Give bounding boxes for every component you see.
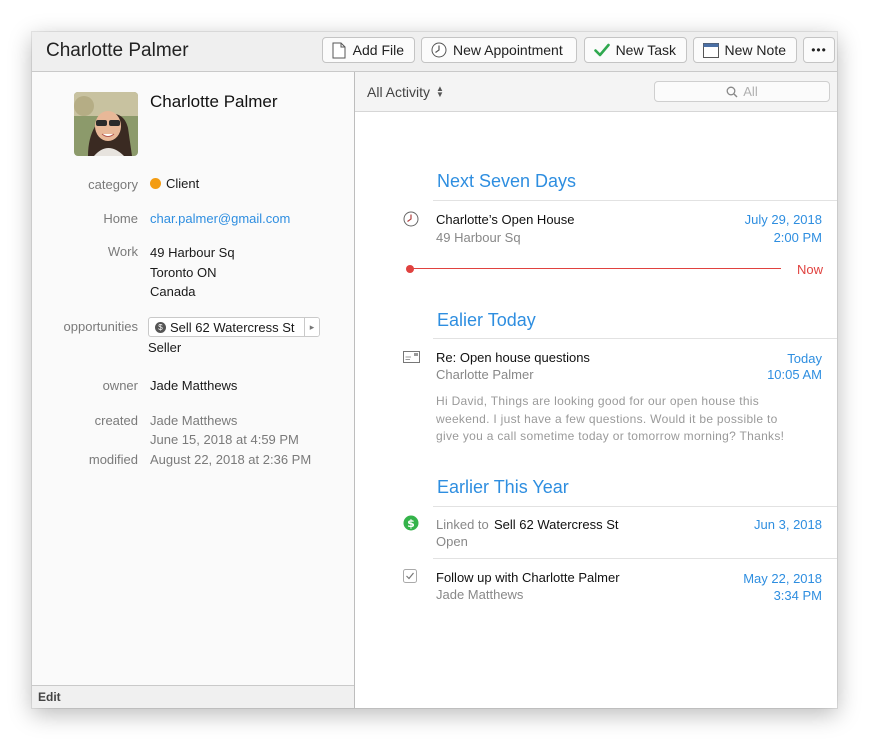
category-dot-icon bbox=[150, 178, 161, 189]
activity-filter-select[interactable]: All Activity ▲ ▼ bbox=[367, 84, 444, 100]
section-title: Next Seven Days bbox=[437, 171, 577, 191]
new-appointment-label: New Appointment bbox=[453, 42, 563, 58]
email-preview-line: weekend. I just have a few questions. Wo… bbox=[436, 411, 778, 426]
item-title: Re: Open house questions bbox=[436, 350, 590, 365]
item-subtitle: 49 Harbour Sq bbox=[436, 230, 521, 245]
clock-icon bbox=[403, 211, 419, 227]
edit-bar: Edit bbox=[32, 685, 354, 708]
email-preview-line: Hi David, Things are looking good for ou… bbox=[436, 394, 760, 408]
section-title: Earlier This Year bbox=[437, 477, 569, 497]
opportunities-label: opportunities bbox=[63, 319, 138, 334]
item-subtitle: Open bbox=[436, 534, 468, 549]
now-dot bbox=[406, 265, 414, 273]
activity-pane: All Activity ▲ ▼ All Next Seven Days Char… bbox=[355, 72, 837, 708]
new-note-button[interactable]: New Note bbox=[693, 37, 797, 63]
home-label: Home bbox=[103, 211, 138, 226]
category-text: Client bbox=[166, 176, 200, 191]
new-task-button[interactable]: New Task bbox=[584, 37, 687, 63]
now-line bbox=[412, 268, 781, 269]
work-address-line2: Toronto ON bbox=[150, 265, 217, 280]
note-icon bbox=[702, 41, 720, 59]
modified-label: modified bbox=[88, 452, 138, 467]
new-appointment-button[interactable]: New Appointment bbox=[421, 37, 577, 63]
created-date: June 15, 2018 at 4:59 PM bbox=[150, 432, 299, 447]
home-email-link[interactable]: char.palmer@gmail.com bbox=[150, 211, 290, 226]
item-title: Charlotte’s Open House bbox=[436, 212, 575, 227]
checkmark-icon bbox=[593, 41, 611, 59]
item-date: July 29, 2018 bbox=[744, 212, 822, 227]
item-time: 10:05 AM bbox=[767, 367, 822, 382]
item-time: 2:00 PM bbox=[773, 230, 822, 245]
created-label: created bbox=[94, 413, 138, 428]
divider bbox=[433, 506, 837, 507]
divider bbox=[433, 558, 837, 559]
now-label: Now bbox=[796, 262, 823, 277]
item-subtitle: Charlotte Palmer bbox=[436, 367, 534, 382]
clock-icon bbox=[430, 41, 448, 59]
add-file-button[interactable]: Add File bbox=[322, 37, 415, 63]
owner-value: Jade Matthews bbox=[150, 378, 238, 393]
item-date: May 22, 2018 bbox=[743, 571, 822, 586]
checkbox-icon bbox=[403, 569, 419, 585]
activity-filter-label: All Activity bbox=[367, 84, 431, 100]
item-title: Sell 62 Watercress St bbox=[494, 517, 619, 532]
dollar-icon: $ bbox=[403, 515, 419, 531]
dollar-icon: $ bbox=[155, 321, 166, 333]
section-title: Ealier Today bbox=[437, 310, 536, 330]
contact-window: Charlotte Palmer Add File New Appointmen… bbox=[32, 32, 837, 708]
toolbar: Charlotte Palmer Add File New Appointmen… bbox=[32, 32, 837, 72]
work-label: Work bbox=[107, 244, 138, 259]
item-date: Jun 3, 2018 bbox=[754, 517, 822, 532]
work-address-line1: 49 Harbour Sq bbox=[150, 245, 235, 260]
opportunity-link[interactable]: $ Sell 62 Watercress St ▸ bbox=[148, 317, 320, 337]
item-subtitle: Jade Matthews bbox=[436, 587, 524, 602]
work-address-line3: Canada bbox=[150, 284, 196, 299]
edit-button[interactable]: Edit bbox=[38, 690, 61, 704]
opportunity-role: Seller bbox=[148, 340, 182, 355]
opportunity-name: Sell 62 Watercress St bbox=[170, 319, 295, 335]
divider bbox=[433, 200, 837, 201]
item-prefix: Linked to bbox=[436, 517, 489, 532]
activity-filter-bar: All Activity ▲ ▼ All bbox=[355, 72, 837, 112]
category-value[interactable]: Client bbox=[150, 176, 199, 191]
email-preview: Hi David, Things are looking good for ou… bbox=[436, 393, 784, 446]
search-placeholder: All bbox=[743, 84, 758, 99]
updown-chevron-icon: ▲ ▼ bbox=[436, 84, 444, 99]
divider bbox=[433, 338, 837, 339]
owner-label: owner bbox=[102, 378, 138, 393]
new-task-label: New Task bbox=[615, 42, 676, 58]
avatar bbox=[74, 92, 138, 156]
item-title: Follow up with Charlotte Palmer bbox=[436, 570, 620, 585]
more-button[interactable]: ••• bbox=[803, 37, 835, 63]
created-by: Jade Matthews bbox=[150, 413, 238, 428]
modified-date: August 22, 2018 at 2:36 PM bbox=[150, 452, 312, 467]
window-title: Charlotte Palmer bbox=[46, 40, 189, 61]
contact-details-pane: Charlotte Palmer category Client Home ch… bbox=[32, 72, 355, 708]
search-icon bbox=[726, 86, 738, 98]
chevron-right-icon: ▸ bbox=[304, 318, 319, 336]
search-field[interactable]: All bbox=[654, 81, 830, 102]
contact-name: Charlotte Palmer bbox=[150, 92, 278, 111]
document-icon bbox=[331, 41, 348, 59]
category-label: category bbox=[88, 177, 138, 192]
item-date: Today bbox=[787, 351, 822, 366]
item-time: 3:34 PM bbox=[773, 588, 822, 603]
new-note-label: New Note bbox=[724, 42, 786, 58]
email-icon bbox=[403, 350, 420, 366]
add-file-label: Add File bbox=[352, 42, 404, 58]
more-icon: ••• bbox=[811, 43, 827, 57]
svg-text:$: $ bbox=[407, 517, 415, 530]
email-preview-line: give you a call sometime today or tomorr… bbox=[436, 429, 785, 443]
